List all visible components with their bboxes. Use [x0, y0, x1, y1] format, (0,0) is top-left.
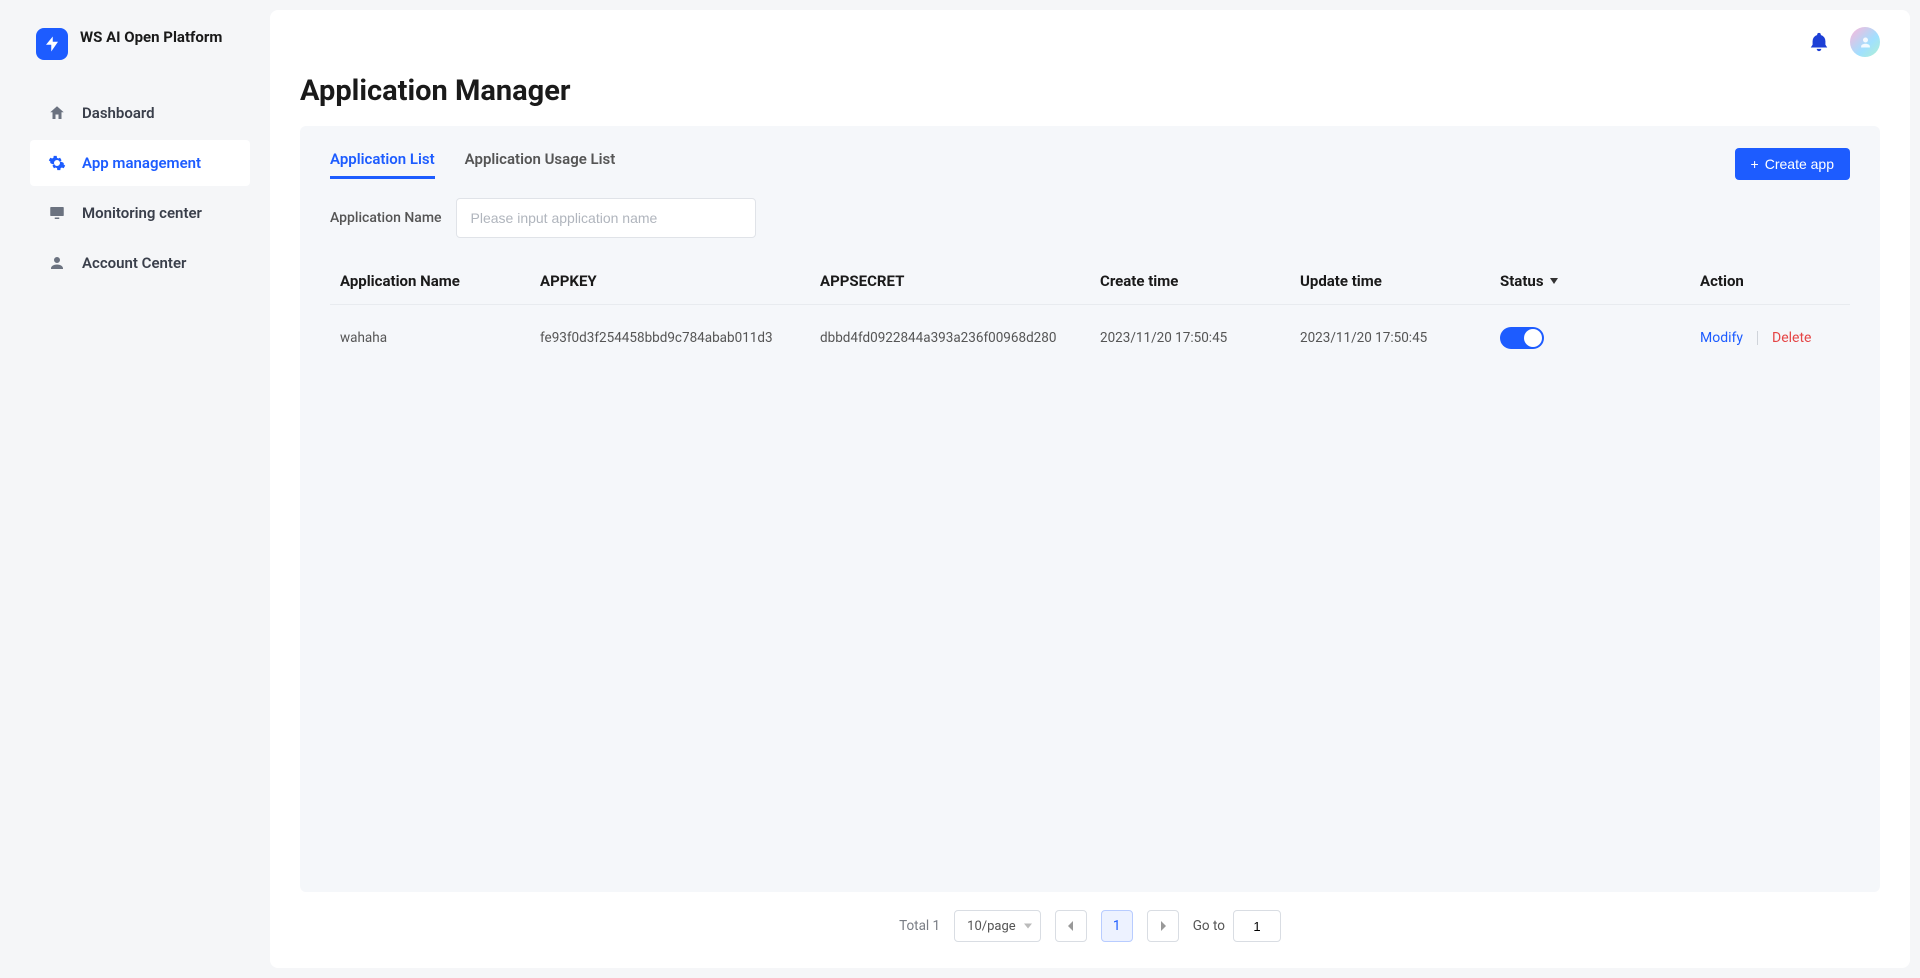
- th-create-time: Create time: [1090, 258, 1290, 305]
- content: Application Manager Application List App…: [270, 74, 1910, 968]
- cell-status: [1490, 305, 1690, 372]
- page-size-select[interactable]: 10/page: [954, 910, 1041, 942]
- topbar: [270, 10, 1910, 74]
- delete-link[interactable]: Delete: [1772, 330, 1811, 346]
- sidebar-item-label: Account Center: [82, 254, 186, 272]
- application-name-input[interactable]: [456, 198, 756, 238]
- goto-input[interactable]: [1233, 910, 1281, 942]
- bell-icon[interactable]: [1808, 31, 1830, 53]
- sidebar-item-label: Dashboard: [82, 104, 155, 122]
- tabs-row: Application List Application Usage List …: [330, 148, 1850, 180]
- th-appsecret: APPSECRET: [810, 258, 1090, 305]
- brand-logo-icon: [36, 28, 68, 60]
- th-status-label: Status: [1500, 272, 1544, 290]
- sidebar-nav: Dashboard App management Monitoring cent…: [30, 90, 250, 286]
- main-area: Application Manager Application List App…: [270, 10, 1910, 968]
- chevron-down-icon: [1024, 924, 1032, 929]
- sidebar-item-dashboard[interactable]: Dashboard: [30, 90, 250, 136]
- sidebar-item-monitoring-center[interactable]: Monitoring center: [30, 190, 250, 236]
- cell-update-time: 2023/11/20 17:50:45: [1290, 305, 1490, 372]
- brand: WS AI Open Platform: [30, 28, 250, 60]
- sort-caret-icon: [1550, 278, 1558, 284]
- user-icon: [48, 254, 66, 272]
- tab-application-usage-list[interactable]: Application Usage List: [465, 150, 616, 179]
- applications-table: Application Name APPKEY APPSECRET Create…: [330, 258, 1850, 371]
- pagination-total: Total 1: [899, 918, 940, 934]
- sidebar-item-app-management[interactable]: App management: [30, 140, 250, 186]
- th-appkey: APPKEY: [530, 258, 810, 305]
- sidebar-item-label: Monitoring center: [82, 204, 202, 222]
- cell-create-time: 2023/11/20 17:50:45: [1090, 305, 1290, 372]
- page-title: Application Manager: [300, 74, 1880, 108]
- plus-icon: +: [1751, 157, 1759, 171]
- goto-label: Go to: [1193, 918, 1225, 934]
- th-update-time: Update time: [1290, 258, 1490, 305]
- cell-name: wahaha: [330, 305, 530, 372]
- sidebar: WS AI Open Platform Dashboard App manage…: [10, 10, 270, 968]
- th-status[interactable]: Status: [1490, 258, 1690, 305]
- cell-appkey: fe93f0d3f254458bbd9c784abab011d3: [530, 305, 810, 372]
- status-toggle[interactable]: [1500, 327, 1544, 349]
- create-app-button[interactable]: + Create app: [1735, 148, 1850, 180]
- page-prev-button[interactable]: [1055, 910, 1087, 942]
- gear-icon: [48, 154, 66, 172]
- table-row: wahaha fe93f0d3f254458bbd9c784abab011d3 …: [330, 305, 1850, 372]
- action-divider: [1757, 331, 1758, 345]
- th-action: Action: [1690, 258, 1850, 305]
- brand-name: WS AI Open Platform: [80, 28, 222, 47]
- panel: Application List Application Usage List …: [300, 126, 1880, 892]
- page-number-button[interactable]: 1: [1101, 910, 1133, 942]
- cell-action: Modify Delete: [1690, 305, 1850, 372]
- modify-link[interactable]: Modify: [1700, 330, 1743, 346]
- filter-row: Application Name: [330, 198, 1850, 238]
- page-goto: Go to: [1193, 910, 1281, 942]
- filter-label: Application Name: [330, 210, 442, 226]
- sidebar-item-label: App management: [82, 154, 201, 172]
- th-name: Application Name: [330, 258, 530, 305]
- monitor-icon: [48, 204, 66, 222]
- avatar[interactable]: [1850, 27, 1880, 57]
- page-next-button[interactable]: [1147, 910, 1179, 942]
- home-icon: [48, 104, 66, 122]
- page-size-label: 10/page: [967, 919, 1016, 934]
- cell-appsecret: dbbd4fd0922844a393a236f00968d280: [810, 305, 1090, 372]
- tabs: Application List Application Usage List: [330, 150, 615, 179]
- tab-application-list[interactable]: Application List: [330, 150, 435, 179]
- sidebar-item-account-center[interactable]: Account Center: [30, 240, 250, 286]
- create-app-label: Create app: [1765, 156, 1834, 172]
- pagination: Total 1 10/page 1 Go to: [300, 892, 1880, 948]
